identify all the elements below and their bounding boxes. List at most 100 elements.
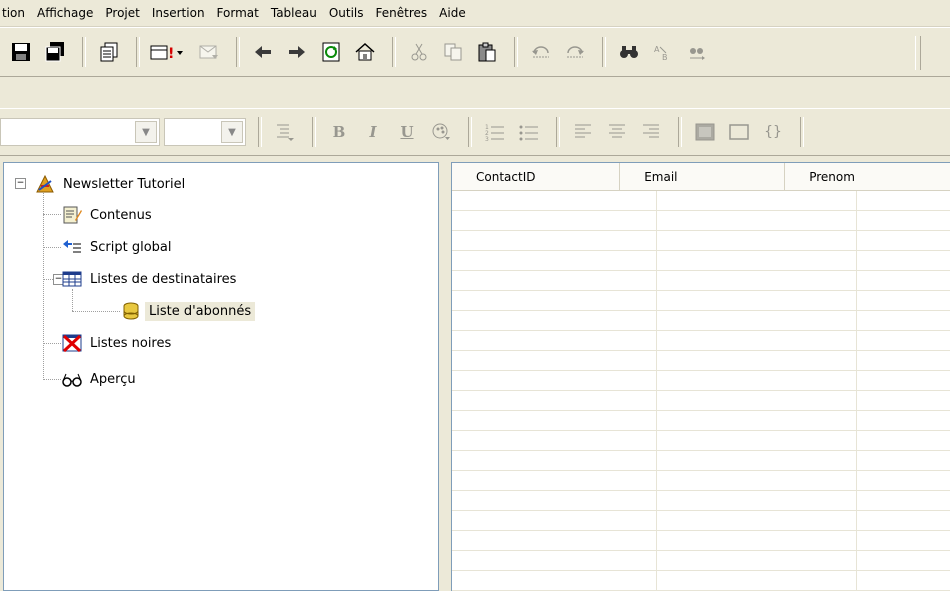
column-header-contactid[interactable]: ContactID	[452, 163, 621, 191]
menu-fichier[interactable]: tion	[0, 3, 31, 23]
numbered-list-icon[interactable]: 123	[480, 117, 510, 147]
tree-item-liste-abonnes[interactable]: Liste d'abonnés	[120, 298, 256, 324]
menu-affichage[interactable]: Affichage	[31, 3, 99, 23]
align-right-icon[interactable]	[636, 117, 666, 147]
toolbar-separator	[136, 37, 140, 67]
tree-item-script-global[interactable]: Script global	[61, 234, 176, 260]
script-icon	[61, 236, 83, 258]
project-tree: − − Newsletter Tutoriel Contenus Script …	[3, 162, 439, 591]
forward-arrow-icon[interactable]	[282, 37, 312, 67]
document-edit-icon	[61, 204, 83, 226]
preview-mail-icon[interactable]	[194, 37, 224, 67]
tree-item-contenus[interactable]: Contenus	[61, 202, 156, 228]
menu-tableau[interactable]: Tableau	[265, 3, 323, 23]
copy-document-icon[interactable]	[94, 37, 124, 67]
toolbar-separator	[258, 117, 262, 147]
toolbar-separator	[800, 117, 804, 147]
toolbar-separator	[678, 117, 682, 147]
svg-text:B: B	[662, 53, 668, 62]
pane-splitter[interactable]	[439, 162, 451, 591]
paste-icon[interactable]	[472, 37, 502, 67]
bold-icon[interactable]: B	[324, 117, 354, 147]
table-row[interactable]	[452, 251, 950, 271]
tree-item-label: Listes de destinataires	[90, 271, 237, 287]
refresh-icon[interactable]	[316, 37, 346, 67]
table-row[interactable]	[452, 411, 950, 431]
toolbar-grip[interactable]	[915, 36, 921, 70]
color-icon[interactable]	[426, 117, 456, 147]
menu-projet[interactable]: Projet	[99, 3, 145, 23]
table-row[interactable]	[452, 211, 950, 231]
find-icon[interactable]	[614, 37, 644, 67]
menu-outils[interactable]: Outils	[323, 3, 370, 23]
collapse-icon[interactable]: −	[15, 178, 26, 189]
table-row[interactable]	[452, 471, 950, 491]
glasses-icon	[61, 368, 83, 390]
underline-icon[interactable]: U	[392, 117, 422, 147]
tree-item-listes-destinataires[interactable]: Listes de destinataires	[61, 266, 240, 292]
tree-item-label: Script global	[90, 239, 172, 255]
table-row[interactable]	[452, 331, 950, 351]
table-row[interactable]	[452, 371, 950, 391]
table-row[interactable]	[452, 451, 950, 471]
copy-icon[interactable]	[438, 37, 468, 67]
tree-connector	[72, 311, 120, 312]
tree-item-label: Listes noires	[90, 335, 172, 351]
table-row[interactable]	[452, 571, 950, 591]
tree-connector	[43, 188, 44, 380]
find-next-icon[interactable]	[682, 37, 712, 67]
database-icon	[120, 300, 142, 322]
svg-text:!: !	[168, 46, 174, 62]
frame-icon[interactable]	[724, 117, 754, 147]
menu-fenetres[interactable]: Fenêtres	[370, 3, 434, 23]
image-icon[interactable]	[690, 117, 720, 147]
tree-item-label: Liste d'abonnés	[145, 301, 256, 321]
table-row[interactable]	[452, 271, 950, 291]
align-center-icon[interactable]	[602, 117, 632, 147]
home-icon[interactable]	[350, 37, 380, 67]
svg-text:A: A	[654, 45, 660, 54]
align-left-icon[interactable]	[568, 117, 598, 147]
menu-format[interactable]: Format	[211, 3, 265, 23]
tree-item-apercu[interactable]: Aperçu	[61, 366, 140, 392]
table-row[interactable]	[452, 491, 950, 511]
table-row[interactable]	[452, 551, 950, 571]
tree-item-label: Contenus	[90, 207, 152, 223]
chevron-down-icon[interactable]: ▼	[135, 121, 157, 143]
tree-root[interactable]: Newsletter Tutoriel	[34, 171, 189, 197]
save-all-icon[interactable]	[40, 37, 70, 67]
menu-aide[interactable]: Aide	[433, 3, 472, 23]
table-row[interactable]	[452, 231, 950, 251]
back-arrow-icon[interactable]	[248, 37, 278, 67]
column-header-email[interactable]: Email	[620, 163, 786, 191]
chevron-down-icon[interactable]: ▼	[221, 121, 243, 143]
table-row[interactable]	[452, 531, 950, 551]
table-row[interactable]	[452, 511, 950, 531]
table-row[interactable]	[452, 351, 950, 371]
bullet-list-icon[interactable]	[514, 117, 544, 147]
grid-header: ContactID Email Prenom	[452, 163, 950, 191]
tree-item-listes-noires[interactable]: Listes noires	[61, 330, 175, 356]
code-icon[interactable]: {}	[758, 117, 788, 147]
menu-insertion[interactable]: Insertion	[146, 3, 211, 23]
paragraph-style-icon[interactable]	[270, 117, 300, 147]
project-icon	[34, 173, 56, 195]
save-icon[interactable]	[6, 37, 36, 67]
italic-icon[interactable]: I	[358, 117, 388, 147]
table-row[interactable]	[452, 391, 950, 411]
format-toolbar: ▼ ▼ B I U 123 {}	[0, 108, 950, 156]
undo-icon[interactable]	[526, 37, 556, 67]
table-row[interactable]	[452, 291, 950, 311]
table-row[interactable]	[452, 311, 950, 331]
tree-connector	[43, 279, 53, 280]
replace-icon[interactable]: AB	[648, 37, 678, 67]
send-test-icon[interactable]: !	[148, 37, 190, 67]
size-combo[interactable]: ▼	[164, 118, 246, 146]
column-header-prenom[interactable]: Prenom	[785, 163, 950, 191]
font-combo[interactable]: ▼	[0, 118, 160, 146]
toolbar-separator	[556, 117, 560, 147]
table-row[interactable]	[452, 431, 950, 451]
redo-icon[interactable]	[560, 37, 590, 67]
cut-icon[interactable]	[404, 37, 434, 67]
table-row[interactable]	[452, 191, 950, 211]
